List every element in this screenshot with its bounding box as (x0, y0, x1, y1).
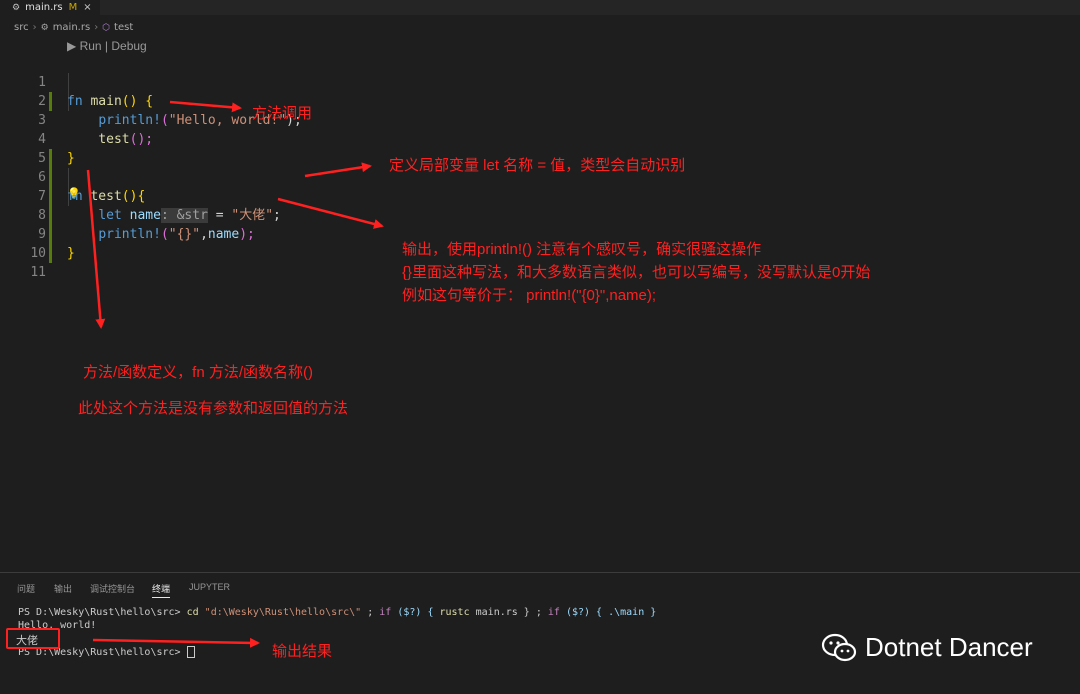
arrow-call (169, 100, 242, 113)
terminal-cond: ($?) { .\main } (559, 607, 657, 618)
annotation-define: 定义局部变量 let 名称 = 值，类型会自动识别 (389, 157, 686, 174)
arrow-func (86, 169, 106, 329)
annotation-func-1: 方法/函数定义，fn 方法/函数名称() (83, 364, 314, 381)
tab-problems[interactable]: 问题 (17, 582, 35, 595)
annotation-output-1: 输出，使用println!() 注意有个感叹号，确实很骚这操作 (402, 241, 762, 258)
watermark: Dotnet Dancer (821, 632, 1033, 663)
arrow-result (92, 637, 260, 648)
terminal-cond: ($?) { (391, 607, 440, 618)
annotation-func-2: 此处这个方法是没有参数和返回值的方法 (78, 400, 349, 417)
terminal-sep: ; (361, 607, 380, 618)
terminal-if: if (547, 607, 560, 618)
watermark-text: Dotnet Dancer (865, 632, 1033, 662)
annotation-call: 方法调用 (252, 105, 313, 122)
highlight-box (6, 628, 60, 649)
arrow-output (277, 197, 384, 229)
terminal-if: if (379, 607, 392, 618)
terminal-rustc: rustc (439, 607, 470, 618)
tab-output[interactable]: 输出 (54, 582, 72, 595)
panel-header: 问题 输出 调试控制台 终端 JUPYTER (0, 572, 1080, 603)
annotation-output-2: {}里面这种写法，和大多数语言类似，也可以写编号，没写默认是0开始 (402, 264, 871, 281)
tab-debug-console[interactable]: 调试控制台 (90, 582, 135, 595)
terminal-cmd: cd (186, 607, 199, 618)
terminal-prompt: PS D:\Wesky\Rust\hello\src> (18, 607, 181, 618)
tab-terminal[interactable]: 终端 (152, 582, 171, 598)
tab-jupyter[interactable]: JUPYTER (189, 582, 230, 592)
terminal-arg: main.rs } ; (469, 607, 548, 618)
terminal-command-line: PS D:\Wesky\Rust\hello\src> cd "d:\Wesky… (18, 607, 656, 618)
annotation-output-3: 例如这句等价于： println!("{0}",name); (402, 287, 657, 304)
terminal-cursor (186, 646, 195, 658)
terminal-path: "d:\Wesky\Rust\hello\src\" (204, 607, 362, 618)
annotation-result: 输出结果 (272, 643, 333, 660)
wechat-icon (821, 633, 857, 661)
arrow-define (304, 162, 372, 178)
